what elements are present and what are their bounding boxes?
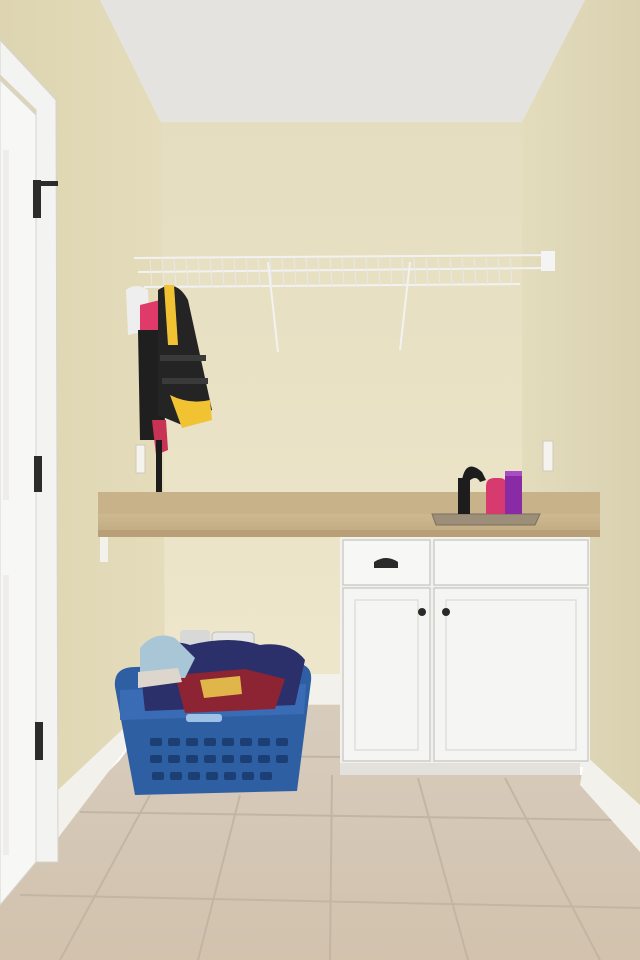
ceiling (100, 0, 585, 128)
hinge-icon (35, 722, 43, 760)
knob-icon[interactable] (442, 608, 450, 616)
knob-icon[interactable] (418, 608, 426, 616)
basket-handle (186, 714, 222, 722)
counter-support (100, 537, 108, 562)
base-cabinet (340, 537, 590, 775)
door-panel-top (3, 150, 9, 500)
cabinet-door-right[interactable] (433, 587, 589, 762)
wall-outlet (542, 440, 554, 472)
countertop-edge (98, 530, 600, 537)
soap-dispenser (486, 478, 507, 514)
cabinet-door-left[interactable] (342, 587, 431, 762)
laundry-basket (114, 635, 312, 795)
drawer-right[interactable] (433, 539, 589, 586)
sink-basin (431, 513, 541, 526)
hinge-icon (34, 456, 42, 492)
door-panel-bottom (3, 575, 9, 855)
countertop-backsplash (98, 492, 600, 514)
wall-outlet (135, 444, 146, 474)
purple-cup-rim (505, 471, 522, 476)
cabinet-toe-kick (340, 763, 580, 775)
door-stop-icon (38, 181, 58, 186)
shelf-wall-bracket (541, 251, 555, 271)
purple-cup (505, 471, 522, 514)
laundry-nook-scene (0, 0, 640, 960)
